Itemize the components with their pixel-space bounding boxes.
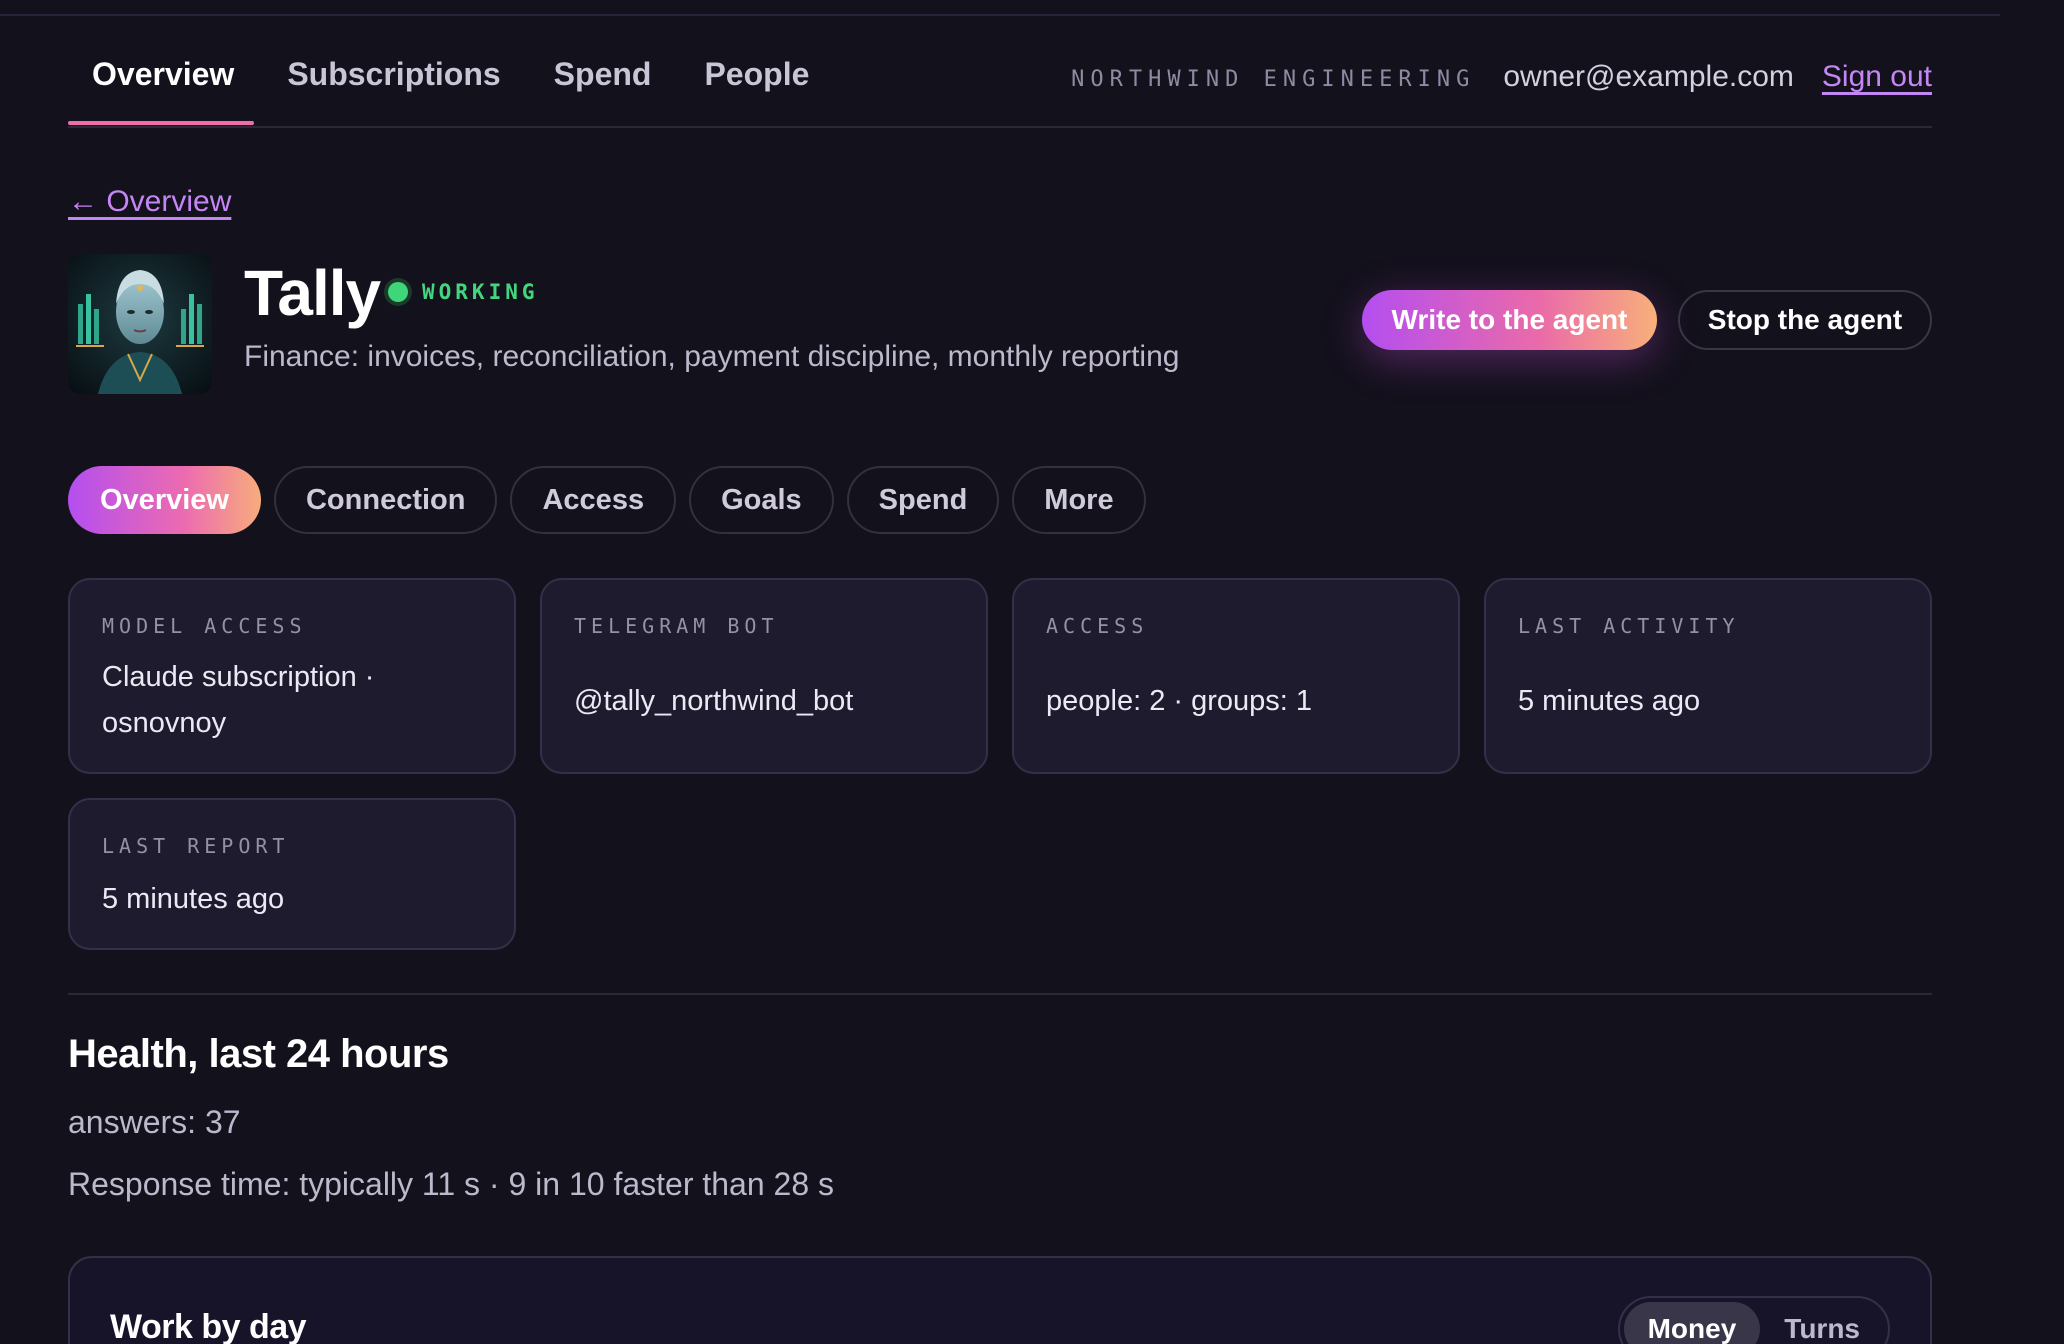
agent-portrait-image	[68, 254, 212, 394]
metric-toggle: Money Turns	[1617, 1296, 1890, 1344]
tab-access[interactable]: Access	[510, 466, 677, 534]
write-to-agent-button[interactable]: Write to the agent	[1362, 290, 1657, 350]
card-access: ACCESS people: 2 · groups: 1	[1012, 578, 1460, 774]
card-telegram-bot: TELEGRAM BOT @tally_northwind_bot	[540, 578, 988, 774]
card-label: ACCESS	[1046, 614, 1149, 638]
health-title: Health, last 24 hours	[68, 1032, 449, 1076]
answers-count: answers: 37	[68, 1104, 241, 1140]
status-label: WORKING	[422, 280, 539, 304]
section-divider	[68, 993, 1932, 995]
account-email: owner@example.com	[1503, 60, 1794, 93]
card-label: LAST REPORT	[102, 834, 290, 858]
card-label: LAST ACTIVITY	[1518, 614, 1740, 638]
card-label: TELEGRAM BOT	[574, 614, 779, 638]
card-value: people: 2 · groups: 1	[1046, 685, 1313, 717]
tab-overview[interactable]: Overview	[68, 466, 261, 534]
account-area: NORTHWIND ENGINEERING owner@example.com …	[1071, 60, 1932, 94]
work-by-day-panel: Work by day Money Turns	[68, 1256, 1932, 1344]
back-to-overview-link[interactable]: ← Overview	[68, 185, 231, 219]
tab-more[interactable]: More	[1012, 466, 1146, 534]
sign-out-link[interactable]: Sign out	[1822, 60, 1932, 94]
card-value: 5 minutes ago	[102, 883, 285, 915]
card-last-report: LAST REPORT 5 minutes ago	[68, 798, 516, 950]
card-value: 5 minutes ago	[1518, 685, 1701, 717]
tab-connection[interactable]: Connection	[273, 466, 498, 534]
nav-tab-spend[interactable]: Spend	[554, 56, 652, 93]
tab-spend[interactable]: Spend	[846, 466, 1000, 534]
agent-description: Finance: invoices, reconciliation, payme…	[244, 340, 1180, 373]
agent-name: Tally	[244, 257, 381, 329]
card-model-access: MODEL ACCESS Claude subscription · osnov…	[68, 578, 516, 774]
nav-tab-people[interactable]: People	[704, 56, 809, 93]
toggle-turns[interactable]: Turns	[1760, 1302, 1884, 1344]
card-last-activity: LAST ACTIVITY 5 minutes ago	[1484, 578, 1932, 774]
active-tab-indicator	[68, 121, 254, 125]
status-dot-icon	[388, 282, 408, 302]
top-nav: Overview Subscriptions Spend People NORT…	[68, 0, 1932, 128]
nav-tab-overview[interactable]: Overview	[92, 56, 234, 93]
toggle-money[interactable]: Money	[1623, 1302, 1761, 1344]
work-by-day-title: Work by day	[110, 1308, 307, 1344]
stop-agent-button[interactable]: Stop the agent	[1678, 290, 1932, 350]
tab-goals[interactable]: Goals	[689, 466, 834, 534]
response-time: Response time: typically 11 s · 9 in 10 …	[68, 1166, 835, 1202]
card-value: @tally_northwind_bot	[574, 685, 854, 717]
organization-name: NORTHWIND ENGINEERING	[1071, 67, 1476, 92]
section-tabs: Overview Connection Access Goals Spend M…	[68, 466, 1159, 534]
nav-tabs: Overview Subscriptions Spend People	[68, 56, 862, 93]
card-label: MODEL ACCESS	[102, 614, 307, 638]
card-value: Claude subscription · osnovnoy	[102, 661, 375, 739]
nav-tab-subscriptions[interactable]: Subscriptions	[287, 56, 500, 93]
agent-status: WORKING	[388, 280, 539, 304]
agent-avatar	[68, 254, 212, 394]
